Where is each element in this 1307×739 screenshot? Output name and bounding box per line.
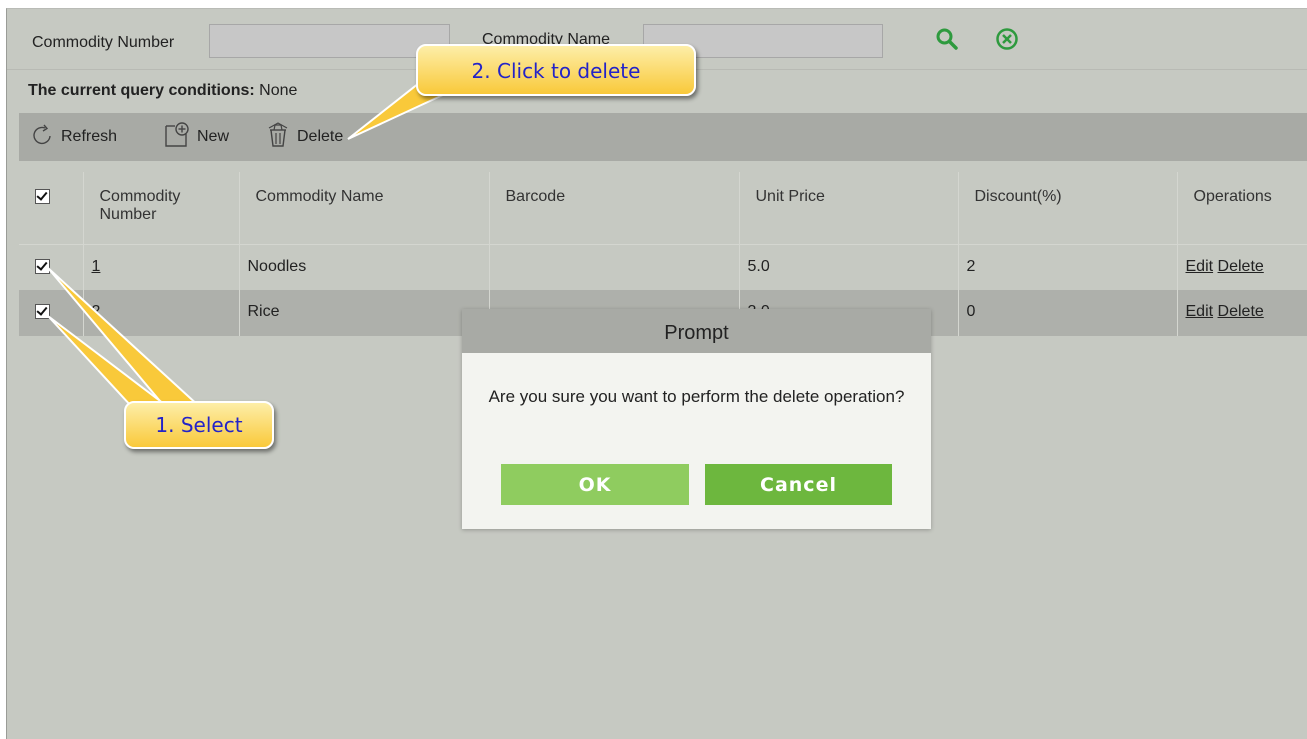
- operations-cell: Edit Delete: [1177, 244, 1307, 290]
- barcode-cell: [489, 244, 740, 290]
- row-select-cell: [19, 244, 84, 290]
- column-header: Commodity Number: [83, 172, 240, 245]
- discount-cell: 2: [958, 244, 1178, 290]
- column-header: Unit Price: [739, 172, 959, 245]
- commodity-number-label: Commodity Number: [32, 34, 175, 51]
- new-label: New: [197, 128, 230, 145]
- table-row: 1 Noodles 5.0 2 Edit Delete: [19, 244, 1307, 290]
- discount-cell: 0: [958, 290, 1178, 336]
- column-header: Commodity Name: [239, 172, 490, 245]
- select-all-checkbox[interactable]: [35, 189, 50, 205]
- clear-search-icon[interactable]: [995, 27, 1019, 56]
- column-header: Operations: [1177, 172, 1307, 245]
- refresh-icon: [31, 124, 55, 151]
- ok-button[interactable]: OK: [501, 464, 689, 505]
- dialog-title: Prompt: [462, 309, 931, 353]
- commodity-name-cell: Noodles: [239, 244, 490, 290]
- commodity-number-input[interactable]: [209, 24, 450, 58]
- column-header: Discount(%): [958, 172, 1178, 245]
- commodity-number-cell: 2: [83, 290, 240, 336]
- edit-link[interactable]: Edit: [1186, 258, 1214, 275]
- unit-price-cell: 5.0: [739, 244, 959, 290]
- query-conditions-label: The current query conditions:: [28, 82, 255, 99]
- commodity-number-cell: 1: [83, 244, 240, 290]
- confirm-dialog: Prompt Are you sure you want to perform …: [462, 309, 931, 529]
- operations-cell: Edit Delete: [1177, 290, 1307, 336]
- column-header: Barcode: [489, 172, 740, 245]
- table-header-row: Commodity Number Commodity Name Barcode …: [19, 172, 1307, 245]
- new-button[interactable]: New: [163, 113, 229, 161]
- query-conditions: The current query conditions: None: [28, 82, 297, 100]
- query-conditions-value: None: [259, 82, 298, 99]
- refresh-button[interactable]: Refresh: [31, 113, 117, 161]
- select-callout: 1. Select: [124, 401, 274, 449]
- click-delete-callout: 2. Click to delete: [416, 44, 696, 96]
- row-select-cell: [19, 290, 84, 336]
- cancel-button[interactable]: Cancel: [705, 464, 892, 505]
- commodity-number-link[interactable]: 1: [92, 258, 101, 275]
- refresh-label: Refresh: [61, 128, 118, 145]
- trash-icon: [265, 121, 291, 153]
- row-checkbox[interactable]: [35, 258, 50, 274]
- delete-link[interactable]: Delete: [1218, 303, 1264, 320]
- delete-label: Delete: [297, 128, 344, 145]
- new-icon: [163, 121, 191, 153]
- dialog-message: Are you sure you want to perform the del…: [488, 387, 905, 406]
- delete-link[interactable]: Delete: [1218, 258, 1264, 275]
- row-checkbox[interactable]: [35, 304, 50, 320]
- toolbar: Refresh New Delete: [19, 113, 1307, 161]
- commodity-name-cell: Rice: [239, 290, 490, 336]
- search-icon[interactable]: [935, 27, 959, 56]
- select-all-cell: [19, 172, 84, 245]
- commodity-number-link[interactable]: 2: [92, 303, 101, 320]
- delete-button[interactable]: Delete: [265, 113, 343, 161]
- edit-link[interactable]: Edit: [1186, 303, 1214, 320]
